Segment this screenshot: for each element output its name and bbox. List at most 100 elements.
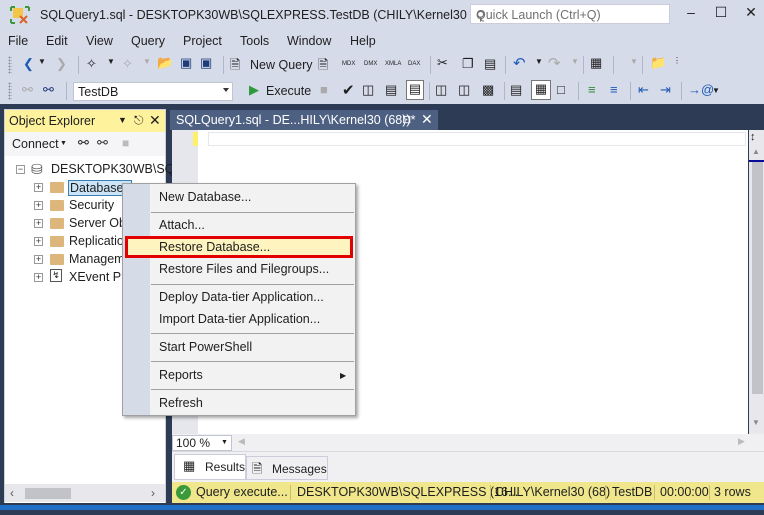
menu-item-import-data-tier[interactable]: Import Data-tier Application... <box>159 312 320 326</box>
cut-icon[interactable]: ✂ <box>437 55 448 71</box>
menu-edit[interactable]: Edit <box>46 34 68 48</box>
menu-item-reports[interactable]: Reports <box>159 368 203 382</box>
new-query-icon[interactable]: 🗎 <box>230 56 240 78</box>
quick-launch-input[interactable]: Quick Launch (Ctrl+Q) ⚲ <box>470 4 670 24</box>
expand-icon[interactable]: + <box>34 273 43 282</box>
actual-plan-icon[interactable]: ◫ <box>435 82 447 98</box>
back-icon[interactable]: ❮ <box>23 56 34 72</box>
scrollbar-thumb[interactable] <box>25 488 71 499</box>
add-item-icon[interactable]: ✧ <box>122 56 133 72</box>
query-options-icon[interactable]: ▤ <box>385 82 397 98</box>
menu-item-refresh[interactable]: Refresh <box>159 396 203 410</box>
db-engine-query-icon[interactable]: 🗎 <box>318 56 328 78</box>
undo-icon[interactable]: ↶ <box>513 54 526 72</box>
dax-query-icon[interactable]: DAX <box>408 61 420 67</box>
menu-project[interactable]: Project <box>183 34 222 48</box>
dmx-query-icon[interactable]: DMX <box>364 61 377 67</box>
stop-icon[interactable]: ■ <box>122 136 129 150</box>
panel-dropdown-icon[interactable]: ▼ <box>118 115 127 125</box>
expand-icon[interactable]: + <box>34 201 43 210</box>
scroll-down-icon[interactable]: ▼ <box>752 418 760 427</box>
results-to-text-icon[interactable]: ▤ <box>510 82 522 98</box>
new-project-icon[interactable]: ✧ <box>86 56 97 72</box>
decrease-indent-icon[interactable]: ⇤ <box>638 82 649 98</box>
menu-item-restore-files-filegroups[interactable]: Restore Files and Filegroups... <box>159 262 329 276</box>
disconnect-icon[interactable]: ⚯ <box>97 135 108 151</box>
close-panel-icon[interactable]: ✕ <box>149 112 161 129</box>
mdx-query-icon[interactable]: MDX <box>342 61 355 67</box>
toolbar-grip[interactable] <box>8 56 12 74</box>
menu-help[interactable]: Help <box>350 34 376 48</box>
new-project-dropdown-icon[interactable]: ▼ <box>107 57 115 66</box>
scroll-right-icon[interactable]: › <box>151 486 155 500</box>
xmla-query-icon[interactable]: XMLA <box>385 61 401 67</box>
tree-server-node[interactable]: DESKTOPK30WB\SQL <box>51 162 181 176</box>
toolbar-grip[interactable] <box>8 82 12 100</box>
menu-query[interactable]: Query <box>131 34 165 48</box>
expand-icon[interactable]: + <box>34 183 43 192</box>
results-to-grid-icon[interactable]: ▦ <box>531 80 551 100</box>
tab-results[interactable]: ▦ Results <box>174 454 246 480</box>
tree-node-management[interactable]: Managem <box>69 252 125 266</box>
cancel-query-icon[interactable]: ■ <box>320 82 328 97</box>
close-tab-icon[interactable]: ✕ <box>421 111 433 128</box>
scroll-left-icon[interactable]: ◀ <box>238 436 245 447</box>
split-icon[interactable]: ↕ <box>750 131 756 143</box>
tab-messages[interactable]: 🗎 Messages <box>246 456 328 480</box>
menu-file[interactable]: File <box>8 34 28 48</box>
connect-icon[interactable]: ⚯ <box>78 135 89 151</box>
connect-icon[interactable]: ⚯ <box>22 82 33 98</box>
menu-tools[interactable]: Tools <box>240 34 269 48</box>
menu-window[interactable]: Window <box>287 34 331 48</box>
close-button[interactable]: ✕ <box>740 4 762 24</box>
activity-monitor-icon[interactable]: ▦ <box>590 55 602 71</box>
find-in-files-icon[interactable]: 📁 <box>650 55 666 71</box>
parse-icon[interactable]: ✔ <box>342 81 355 99</box>
connect-dropdown[interactable]: Connect <box>12 137 59 151</box>
save-all-icon[interactable]: ▣ <box>200 55 212 71</box>
menu-item-restore-database[interactable]: Restore Database... <box>159 240 270 254</box>
expand-icon[interactable]: + <box>34 219 43 228</box>
horizontal-scrollbar[interactable]: ‹ › <box>5 484 165 502</box>
client-stats-icon[interactable]: ▩ <box>482 82 494 98</box>
intellisense-icon[interactable]: ▤ <box>406 80 424 100</box>
back-dropdown-icon[interactable]: ▼ <box>38 57 46 66</box>
live-stats-icon[interactable]: ◫ <box>458 82 470 98</box>
tree-node-replication[interactable]: Replicatio <box>69 234 124 248</box>
execute-button[interactable]: Execute <box>266 84 311 98</box>
redo-icon[interactable]: ↷ <box>548 54 561 72</box>
scrollbar-thumb[interactable] <box>752 162 763 394</box>
new-query-button[interactable]: New Query <box>250 58 313 72</box>
toolbar-overflow-icon[interactable]: ▼ <box>712 86 720 95</box>
scroll-up-icon[interactable]: ▲ <box>752 147 760 156</box>
comment-icon[interactable]: ≡ <box>588 82 596 97</box>
scroll-right-icon[interactable]: ▶ <box>738 436 745 447</box>
uncomment-icon[interactable]: ≡ <box>610 82 618 97</box>
execute-icon[interactable]: ▶ <box>249 82 259 98</box>
collapse-icon[interactable]: − <box>16 165 25 174</box>
undo-dropdown-icon[interactable]: ▼ <box>535 57 543 66</box>
expand-icon[interactable]: + <box>34 255 43 264</box>
change-connection-icon[interactable]: ⚯ <box>43 82 54 98</box>
maximize-button[interactable]: ☐ <box>710 4 732 24</box>
available-databases-select[interactable]: TestDB <box>73 82 233 101</box>
menu-item-start-powershell[interactable]: Start PowerShell <box>159 340 252 354</box>
increase-indent-icon[interactable]: ⇥ <box>660 82 671 98</box>
redo-dropdown-icon[interactable]: ▼ <box>571 57 579 66</box>
minimize-button[interactable]: – <box>680 4 702 24</box>
copy-icon[interactable]: ❐ <box>462 56 474 72</box>
pin-tab-icon[interactable]: ⊡ <box>402 113 411 126</box>
pin-icon[interactable]: ⎋ <box>134 113 144 128</box>
forward-icon[interactable]: ❯ <box>56 56 67 72</box>
menu-view[interactable]: View <box>86 34 113 48</box>
chevron-down-icon[interactable]: ▼ <box>60 140 67 147</box>
results-to-file-icon[interactable]: □ <box>557 82 565 97</box>
tab-sqlquery1[interactable]: SQLQuery1.sql - DE...HILY\Kernel30 (68))… <box>170 110 438 130</box>
open-file-icon[interactable]: 📂 <box>157 55 173 71</box>
estimated-plan-icon[interactable]: ◫ <box>362 82 374 98</box>
toolbar-overflow-icon[interactable]: ⋮ <box>673 56 681 65</box>
add-item-dropdown-icon[interactable]: ▼ <box>143 57 151 66</box>
solution-config-dropdown-icon[interactable]: ▼ <box>630 57 638 66</box>
tree-node-server-objects[interactable]: Server Obj <box>69 216 129 230</box>
zoom-select[interactable]: 100 % ▼ <box>172 435 232 451</box>
